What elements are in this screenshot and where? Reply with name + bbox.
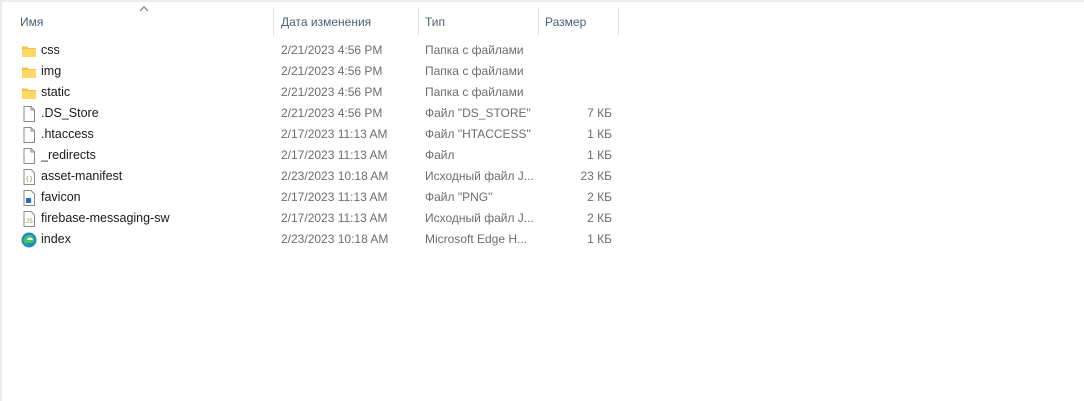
file-type: Папка с файлами: [425, 64, 524, 78]
file-size: 2 КБ: [587, 211, 612, 225]
file-row[interactable]: {} asset-manifest 2/23/2023 10:18 AM Исходн…: [4, 166, 616, 187]
svg-text:{}: {}: [25, 175, 33, 183]
file-date-modified: 2/21/2023 4:56 PM: [281, 64, 383, 78]
file-row[interactable]: index 2/23/2023 10:18 AM Microsoft Edge H.…: [4, 229, 616, 250]
file-date-modified: 2/21/2023 4:56 PM: [281, 106, 383, 120]
column-header-size[interactable]: Размер: [529, 8, 617, 36]
file-date-modified: 2/17/2023 11:13 AM: [281, 127, 388, 141]
file-row[interactable]: img 2/21/2023 4:56 PM Папка с файлами: [4, 61, 616, 82]
file-list: css 2/21/2023 4:56 PM Папка с файлами img 2/…: [4, 40, 616, 250]
file-type: Файл "PNG": [425, 190, 493, 204]
column-header-name[interactable]: Имя: [4, 8, 272, 36]
file-name[interactable]: index: [41, 229, 271, 250]
file-size: 23 КБ: [580, 169, 612, 183]
file-size: 7 КБ: [587, 106, 612, 120]
file-date-modified: 2/23/2023 10:18 AM: [281, 169, 389, 183]
column-header-bar: Имя Дата изменения Тип Размер: [4, 6, 624, 36]
js-file-icon: JS: [20, 210, 38, 228]
file-row[interactable]: _redirects 2/17/2023 11:13 AM Файл 1 КБ: [4, 145, 616, 166]
file-type: Файл "HTACCESS": [425, 127, 531, 141]
file-date-modified: 2/17/2023 11:13 AM: [281, 190, 388, 204]
file-date-modified: 2/17/2023 11:13 AM: [281, 211, 388, 225]
file-size: 1 КБ: [587, 148, 612, 162]
file-size: 1 КБ: [587, 232, 612, 246]
file-name[interactable]: img: [41, 61, 271, 82]
file-row[interactable]: .htaccess 2/17/2023 11:13 AM Файл "HTACCES…: [4, 124, 616, 145]
file-type: Исходный файл J...: [425, 169, 534, 183]
edge-icon: [20, 231, 38, 249]
file-size: [540, 40, 612, 61]
window-left-border: [0, 0, 2, 401]
file-name[interactable]: .DS_Store: [41, 103, 271, 124]
file-type: Папка с файлами: [425, 85, 524, 99]
file-name[interactable]: asset-manifest: [41, 166, 271, 187]
column-divider[interactable]: [618, 8, 619, 36]
folder-icon: [20, 63, 38, 81]
file-row[interactable]: JS firebase-messaging-sw 2/17/2023 11:13 A…: [4, 208, 616, 229]
file-name[interactable]: favicon: [41, 187, 271, 208]
column-header-type[interactable]: Тип: [409, 8, 537, 36]
file-type: Папка с файлами: [425, 43, 524, 57]
file-type: Исходный файл J...: [425, 211, 534, 225]
file-size: [540, 61, 612, 82]
file-name[interactable]: static: [41, 82, 271, 103]
file-name[interactable]: _redirects: [41, 145, 271, 166]
window-top-border: [0, 0, 1084, 2]
file-date-modified: 2/17/2023 11:13 AM: [281, 148, 388, 162]
file-date-modified: 2/21/2023 4:56 PM: [281, 43, 383, 57]
file-size: [540, 82, 612, 103]
file-type: Microsoft Edge H...: [425, 232, 528, 246]
json-file-icon: {}: [20, 168, 38, 186]
file-icon: [20, 147, 38, 165]
file-type: Файл: [425, 148, 455, 162]
file-size: 2 КБ: [587, 190, 612, 204]
file-row[interactable]: .DS_Store 2/21/2023 4:56 PM Файл "DS_STORE…: [4, 103, 616, 124]
file-row[interactable]: css 2/21/2023 4:56 PM Папка с файлами: [4, 40, 616, 61]
file-date-modified: 2/21/2023 4:56 PM: [281, 85, 383, 99]
file-type: Файл "DS_STORE": [425, 106, 531, 120]
folder-icon: [20, 42, 38, 60]
svg-text:JS: JS: [26, 218, 34, 225]
folder-icon: [20, 84, 38, 102]
file-size: 1 КБ: [587, 127, 612, 141]
png-file-icon: [20, 189, 38, 207]
file-icon: [20, 105, 38, 123]
file-date-modified: 2/23/2023 10:18 AM: [281, 232, 389, 246]
file-name[interactable]: .htaccess: [41, 124, 271, 145]
file-name[interactable]: firebase-messaging-sw: [41, 208, 271, 229]
file-name[interactable]: css: [41, 40, 271, 61]
file-row[interactable]: static 2/21/2023 4:56 PM Папка с файлами: [4, 82, 616, 103]
file-icon: [20, 126, 38, 144]
column-header-date[interactable]: Дата изменения: [265, 8, 417, 36]
file-row[interactable]: favicon 2/17/2023 11:13 AM Файл "PNG" 2 КБ: [4, 187, 616, 208]
